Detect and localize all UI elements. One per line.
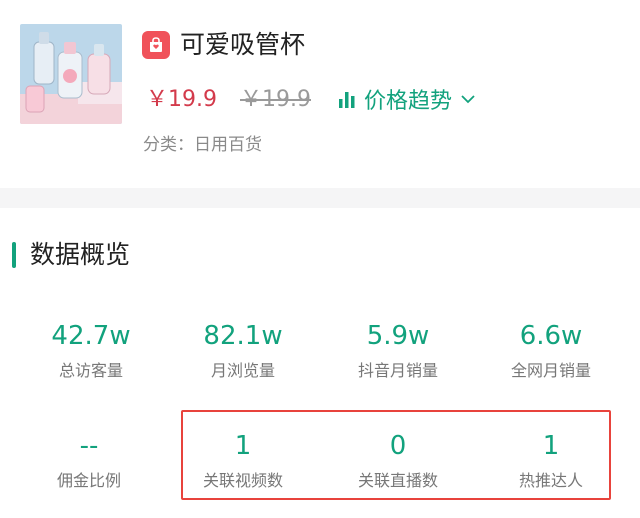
stat-monthly-views: 82.1w 月浏览量 xyxy=(168,319,318,383)
stat-value: -- xyxy=(79,431,99,461)
product-card: 可爱吸管杯 ￥19.9 ￥19.9 价格趋势 分类：日用百货 xyxy=(0,0,640,188)
price-trend-label: 价格趋势 xyxy=(364,89,453,114)
section-title: 数据概览 xyxy=(30,240,131,269)
shop-badge xyxy=(142,31,170,59)
product-thumbnail[interactable] xyxy=(20,24,122,124)
stat-douyin-monthly-sales: 5.9w 抖音月销量 xyxy=(323,319,473,383)
stat-label: 抖音月销量 xyxy=(357,361,438,380)
stat-label: 总访客量 xyxy=(58,361,123,380)
stat-value: 5.9w xyxy=(366,321,430,351)
stat-network-monthly-sales: 6.6w 全网月销量 xyxy=(476,319,626,383)
price-trend-button[interactable]: 价格趋势 xyxy=(338,84,476,114)
stat-commission-rate: -- 佣金比例 xyxy=(14,429,164,493)
stat-value: 82.1w xyxy=(203,321,283,351)
product-image-icon xyxy=(20,24,122,124)
product-category: 分类：日用百货 xyxy=(143,135,262,155)
stat-value: 6.6w xyxy=(519,321,583,351)
stat-label: 全网月销量 xyxy=(510,361,591,380)
product-title: 可爱吸管杯 xyxy=(180,30,306,59)
stat-label: 月浏览量 xyxy=(210,361,275,380)
stat-label: 佣金比例 xyxy=(56,471,121,490)
current-price: ￥19.9 xyxy=(146,87,217,112)
stat-total-visitors: 42.7w 总访客量 xyxy=(16,319,166,383)
data-overview-card: 数据概览 42.7w 总访客量 82.1w 月浏览量 5.9w 抖音月销量 6.… xyxy=(0,208,640,518)
section-accent-bar xyxy=(12,242,16,268)
bar-chart-icon xyxy=(339,92,355,108)
stat-value: 42.7w xyxy=(51,321,131,351)
highlight-annotation-box xyxy=(181,410,611,500)
chevron-down-icon xyxy=(461,95,475,104)
shopping-bag-icon xyxy=(150,37,162,52)
original-price: ￥19.9 xyxy=(240,87,311,112)
